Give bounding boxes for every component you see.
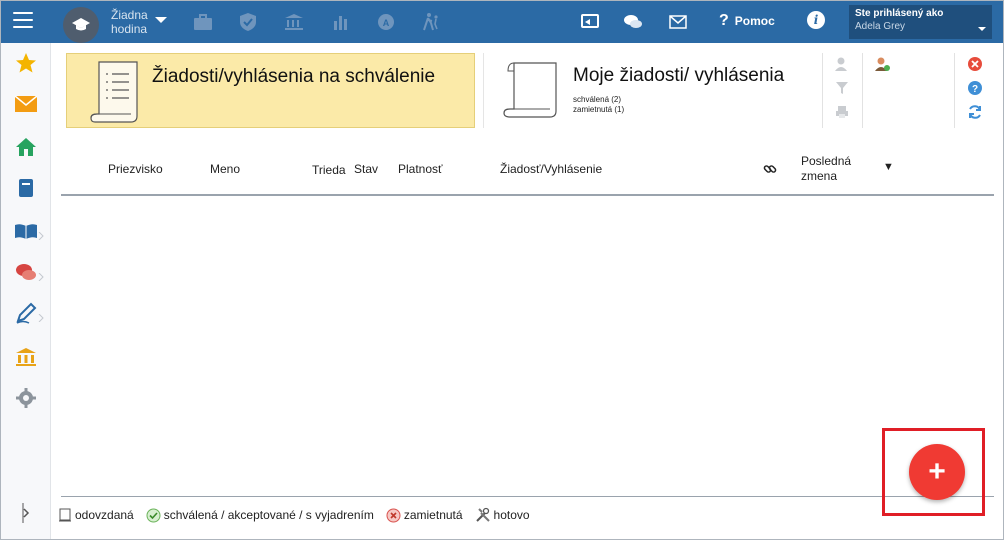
gear-icon[interactable] [14,386,38,410]
hour-line2: hodina [111,22,148,36]
shield-icon[interactable] [236,10,260,34]
star-icon[interactable] [14,51,38,75]
bar-chart-icon[interactable] [329,10,353,34]
sidebar-expand-icon[interactable] [21,502,31,527]
column-ziadost[interactable]: Žiadosť/Vyhlásenie [500,162,602,176]
legend-item-done: hotovo [475,507,530,523]
legend-done-label: hotovo [493,508,530,522]
tools-icon [475,507,490,522]
home-icon[interactable] [14,135,38,159]
document-icon [59,508,71,522]
print-icon[interactable] [833,103,851,121]
sort-desc-icon[interactable]: ▼ [883,161,894,173]
column-platnost[interactable]: Platnosť [398,162,443,176]
x-circle-icon [386,508,401,522]
legend-sent-label: odovzdaná [75,508,134,522]
footer-divider [61,496,994,497]
legend-approved-label: schválená / akceptované / s vyjadrením [163,508,374,522]
mail-icon[interactable] [14,92,38,116]
add-request-button[interactable]: + [909,444,965,500]
chevron-down-icon[interactable] [978,27,986,31]
column-label-line2: zmena [801,169,838,183]
user-label: Ste prihlásený ako [855,8,944,19]
refresh-icon[interactable] [966,103,984,121]
filter-icon[interactable] [833,79,851,97]
column-posledna-zmena[interactable]: Posledná zmena [801,154,851,184]
top-bar: Žiadna hodina A ? Pomoc i Ste prihlásený… [1,1,1003,43]
column-priezvisko[interactable]: Priezvisko [108,162,163,176]
divider [862,53,863,128]
svg-text:?: ? [972,84,978,95]
legend-item-sent: odovzdaná [58,508,134,522]
info-icon[interactable]: i [807,11,825,29]
pending-requests-title: Žiadosti/vyhlásenia na schválenie [152,66,436,87]
briefcase-icon[interactable] [191,10,215,34]
divider [822,53,823,128]
column-trieda[interactable]: Trieda [312,163,346,177]
my-requests-card[interactable]: Moje žiadosti/ vyhlásenia schválená (2) … [483,53,816,128]
approved-count: schválená (2) [573,95,622,104]
help-link[interactable]: ? Pomoc [719,12,775,30]
bank-icon[interactable] [282,10,306,34]
close-icon[interactable] [966,55,984,73]
status-legend: odovzdaná schválená / akceptované / s vy… [58,507,542,523]
mail-icon[interactable] [666,10,690,34]
svg-text:A: A [383,18,390,28]
book-icon[interactable] [14,176,38,200]
hour-line1: Žiadna [111,8,148,22]
walking-icon[interactable] [419,10,443,34]
user-menu[interactable]: Ste prihlásený ako Adela Grey [849,5,992,39]
user-add-icon[interactable] [873,55,891,73]
rejected-count: zamietnutá (1) [573,105,625,114]
pending-requests-card[interactable]: Žiadosti/vyhlásenia na schválenie [66,53,475,128]
chevron-right-icon [38,268,44,282]
link-icon[interactable] [763,162,777,179]
bank-icon[interactable] [14,345,38,369]
chevron-down-icon[interactable] [155,17,167,23]
chat-icon[interactable] [621,10,645,34]
chevron-right-icon [38,227,44,241]
help-icon[interactable]: ? [966,79,984,97]
graduation-cap-icon[interactable] [63,7,99,43]
my-requests-title: Moje žiadosti/ vyhlásenia [573,65,785,86]
document-scroll-icon [89,60,143,129]
column-meno[interactable]: Meno [210,162,240,176]
column-stav[interactable]: Stav [354,162,378,176]
hamburger-menu-icon[interactable] [13,12,33,28]
table-header-divider [61,194,994,196]
chevron-right-icon [38,309,44,323]
divider [954,53,955,128]
legend-rejected-label: zamietnutá [403,508,463,522]
user-name: Adela Grey [855,21,906,32]
check-circle-icon [146,508,161,522]
column-label-line1: Posledná [801,154,852,168]
chat-icon[interactable] [14,260,38,284]
pencil-icon[interactable] [14,301,38,325]
cast-icon[interactable] [578,10,602,34]
grade-icon[interactable]: A [374,10,398,34]
person-search-icon[interactable] [833,55,851,73]
open-book-icon[interactable] [14,219,38,243]
help-label: Pomoc [734,14,775,28]
legend-item-rejected: zamietnutá [386,508,463,523]
blank-scroll-icon [502,61,560,124]
hour-selector[interactable]: Žiadna hodina [111,8,148,36]
legend-item-approved: schválená / akceptované / s vyjadrením [146,508,374,523]
question-mark-icon: ? [719,12,729,29]
sidebar [1,43,51,539]
